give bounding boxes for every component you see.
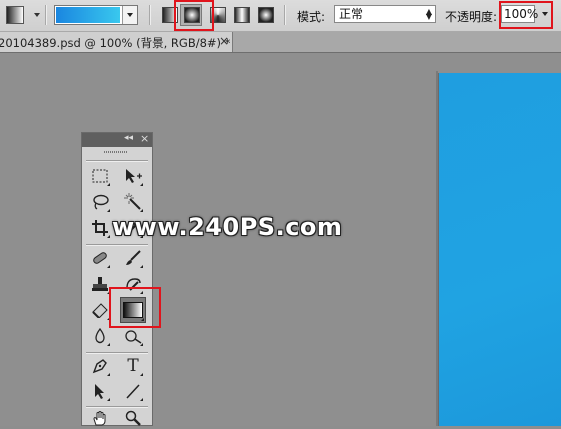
- flyout-indicator: [107, 235, 110, 238]
- stamp-icon: [92, 277, 108, 291]
- eraser-icon: [92, 303, 108, 318]
- brush-icon: [126, 250, 141, 265]
- tool-preset-picker[interactable]: [6, 6, 24, 24]
- lasso-tool[interactable]: [89, 191, 111, 213]
- document-tab-title: 20104389.psd @ 100% (背景, RGB/8#) *: [0, 36, 231, 50]
- brush-tool[interactable]: [122, 247, 144, 269]
- tool-divider: [86, 160, 148, 162]
- flyout-indicator: [140, 343, 143, 346]
- separator: [45, 5, 47, 25]
- flyout-indicator: [107, 343, 110, 346]
- clone-stamp-tool[interactable]: [89, 273, 111, 295]
- type-tool[interactable]: T: [122, 355, 144, 377]
- separator: [149, 5, 151, 25]
- tools-panel-header[interactable]: ◂◂ ×: [82, 132, 152, 147]
- flyout-indicator: [140, 373, 143, 376]
- flyout-indicator: [140, 265, 143, 268]
- reflected-gradient-button[interactable]: [234, 7, 250, 23]
- document-tab[interactable]: 20104389.psd @ 100% (背景, RGB/8#) * ×: [0, 32, 233, 52]
- tool-divider: [86, 352, 148, 354]
- healing-brush-tool[interactable]: [89, 247, 111, 269]
- gradient-swatch[interactable]: [56, 7, 120, 23]
- close-tab-icon[interactable]: ×: [219, 34, 229, 48]
- lasso-icon: [93, 194, 109, 210]
- tool-divider: [86, 244, 148, 246]
- watermark: www.240PS.com: [112, 213, 343, 241]
- eraser-tool[interactable]: [89, 299, 111, 321]
- tool-preset-dropdown-icon[interactable]: [34, 13, 40, 17]
- radial-gradient-highlight: [174, 0, 214, 31]
- rectangular-marquee-tool[interactable]: [89, 165, 111, 187]
- flyout-indicator: [140, 183, 143, 186]
- document-tab-bar: 20104389.psd @ 100% (背景, RGB/8#) * ×: [0, 32, 561, 53]
- select-arrows-icon: ▲ ▼: [425, 7, 432, 21]
- diamond-gradient-button[interactable]: [258, 7, 274, 23]
- crop-icon: [92, 220, 108, 236]
- blur-icon: [95, 328, 105, 344]
- path-selection-tool[interactable]: [89, 380, 111, 402]
- opacity-label: 不透明度:: [445, 10, 498, 24]
- collapse-panel-icon[interactable]: ◂◂: [124, 133, 133, 143]
- type-icon: T: [127, 356, 139, 376]
- hand-icon: [93, 411, 106, 426]
- bandage-icon: [93, 252, 107, 264]
- move-tool[interactable]: [122, 165, 144, 187]
- move-icon: [126, 169, 142, 183]
- flyout-indicator: [140, 398, 143, 401]
- dodge-tool[interactable]: [122, 325, 144, 347]
- mode-select-value: 正常: [339, 7, 364, 21]
- crop-tool[interactable]: [89, 217, 111, 239]
- gradient-dropdown-icon[interactable]: [122, 6, 137, 24]
- magic-wand-tool[interactable]: [122, 191, 144, 213]
- opacity-highlight: [499, 1, 553, 29]
- flyout-indicator: [107, 265, 110, 268]
- mode-select[interactable]: 正常 ▲ ▼: [334, 5, 436, 23]
- mode-label: 模式:: [297, 10, 326, 24]
- line-icon: [126, 384, 140, 399]
- document-canvas[interactable]: [438, 73, 561, 426]
- flyout-indicator: [107, 209, 110, 212]
- rectangular-marquee-icon: [92, 169, 108, 183]
- pen-tool[interactable]: [89, 355, 111, 377]
- blur-tool[interactable]: [89, 325, 111, 347]
- zoom-icon: [125, 410, 141, 426]
- separator: [284, 5, 286, 25]
- pen-icon: [92, 359, 107, 374]
- arrow-cursor-icon: [95, 384, 104, 399]
- close-panel-icon[interactable]: ×: [140, 132, 149, 145]
- flyout-indicator: [107, 373, 110, 376]
- flyout-indicator: [107, 183, 110, 186]
- tools-panel: ◂◂ × T: [81, 132, 153, 426]
- flyout-indicator: [107, 398, 110, 401]
- line-tool[interactable]: [122, 380, 144, 402]
- options-bar: 模式: 正常 ▲ ▼ 不透明度: 100%: [0, 0, 561, 32]
- dodge-icon: [125, 330, 142, 344]
- gradient-picker[interactable]: [54, 5, 138, 25]
- gradient-tool-highlight: [109, 287, 161, 328]
- panel-grip[interactable]: [104, 151, 128, 153]
- flyout-indicator: [140, 209, 143, 212]
